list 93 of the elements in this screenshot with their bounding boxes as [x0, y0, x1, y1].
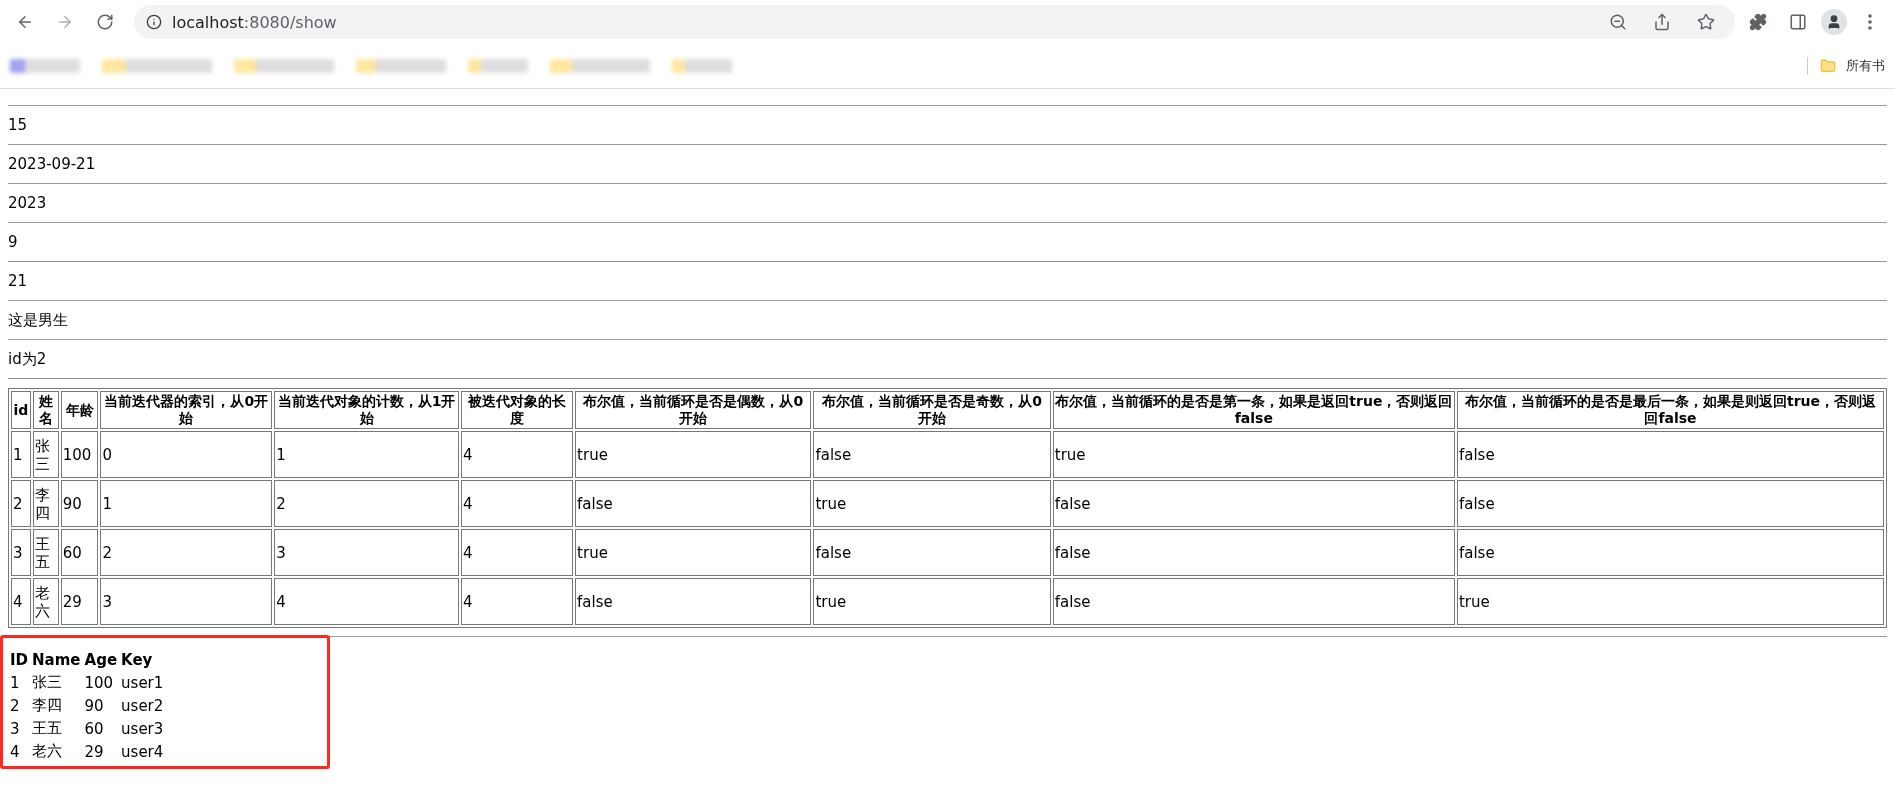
table-cell-text: user1	[120, 672, 165, 693]
column-header: 布尔值，当前循环的是否是最后一条，如果是则返回true，否则返回false	[1456, 391, 1884, 429]
table-cell: 张三	[32, 431, 59, 478]
column-header: ID	[9, 650, 30, 670]
table-cell: false	[813, 529, 1051, 576]
column-header: Name	[31, 650, 82, 670]
column-header: Age	[83, 650, 119, 670]
table-cell: 4	[274, 578, 459, 625]
zoom-out-icon	[1609, 13, 1627, 31]
value-text: 2023-09-21	[8, 155, 97, 174]
table-cell: false	[575, 578, 812, 625]
reload-icon	[96, 13, 114, 31]
table-cell-text: 李四	[31, 695, 64, 716]
value-text: 15	[8, 116, 29, 135]
table-cell-text: 60	[83, 718, 105, 739]
column-header: 被迭代对象的长度	[460, 391, 574, 429]
table-cell: 1	[274, 431, 459, 478]
table-cell-text: 2	[9, 695, 21, 716]
star-icon	[1697, 13, 1715, 31]
column-header: 布尔值，当前循环是否是奇数，从0开始	[813, 391, 1051, 429]
person-icon	[1826, 14, 1842, 30]
table-cell: 3	[11, 529, 31, 576]
table-cell: true	[813, 578, 1051, 625]
value-text: 21	[8, 272, 29, 291]
table-cell: 1	[100, 480, 273, 527]
table-cell: 4	[460, 480, 574, 527]
address-bar[interactable]: localhost:8080/show	[134, 5, 1735, 39]
table-cell: 3	[100, 578, 273, 625]
share-icon	[1653, 13, 1671, 31]
value-text: id为2	[8, 350, 48, 369]
table-cell: false	[1456, 529, 1884, 576]
arrow-right-icon	[56, 13, 74, 31]
table-cell: 4	[11, 578, 31, 625]
puzzle-icon	[1749, 13, 1767, 31]
table-cell-text: 29	[83, 741, 105, 762]
table-cell: false	[1052, 578, 1455, 625]
table-cell-text: 3	[9, 718, 21, 739]
table-cell-text: 4	[9, 741, 21, 762]
table-cell-text: 张三	[31, 672, 64, 693]
blurred-bookmark[interactable]	[10, 59, 80, 73]
table-cell: 王五	[32, 529, 59, 576]
value-text: 9	[8, 233, 19, 252]
table-cell: 1	[11, 431, 31, 478]
column-header: 当前迭代对象的计数，从1开始	[274, 391, 459, 429]
folder-icon	[1820, 58, 1836, 74]
column-header: Key	[120, 650, 154, 670]
table-cell: 4	[460, 529, 574, 576]
table-cell: 100	[60, 431, 99, 478]
side-panel-icon	[1789, 13, 1807, 31]
table-cell: 2	[274, 480, 459, 527]
table-cell-text: user4	[120, 741, 165, 762]
table-cell: true	[575, 529, 812, 576]
column-header: 布尔值，当前循环的是否是第一条，如果是返回true，否则返回false	[1052, 391, 1455, 429]
table-cell: 29	[60, 578, 99, 625]
table-cell: false	[575, 480, 812, 527]
table-cell-text: 老六	[31, 741, 64, 762]
table-cell: false	[813, 431, 1051, 478]
value-text: 这是男生	[8, 311, 69, 330]
table-cell: 3	[274, 529, 459, 576]
table-cell-text: 王五	[31, 718, 64, 739]
table-cell: 老六	[32, 578, 59, 625]
menu-icon	[1868, 14, 1872, 30]
table-cell: true	[813, 480, 1051, 527]
table-cell: true	[575, 431, 812, 478]
column-header: 姓名	[32, 391, 59, 429]
table-cell: 90	[60, 480, 99, 527]
table-cell-text: 90	[83, 695, 105, 716]
table-cell: true	[1052, 431, 1455, 478]
info-icon	[146, 14, 162, 30]
table-cell: 2	[100, 529, 273, 576]
table-cell-text: user3	[120, 718, 165, 739]
profile-avatar[interactable]	[1821, 9, 1847, 35]
table-cell-text: user2	[120, 695, 165, 716]
value-text: 2023	[8, 194, 48, 213]
table-cell: false	[1456, 480, 1884, 527]
table-cell: true	[1456, 578, 1884, 625]
column-header: 年龄	[60, 391, 99, 429]
column-header: 布尔值，当前循环是否是偶数，从0开始	[575, 391, 812, 429]
column-header: 当前迭代器的索引，从0开始	[100, 391, 273, 429]
table-cell: 0	[100, 431, 273, 478]
table-cell: false	[1456, 431, 1884, 478]
table-cell: false	[1052, 480, 1455, 527]
table-cell: 4	[460, 578, 574, 625]
table-cell: 60	[60, 529, 99, 576]
bookmarks-folder-label[interactable]: 所有书	[1846, 57, 1885, 75]
table-cell: 4	[460, 431, 574, 478]
column-header: id	[11, 391, 31, 429]
table-cell: 李四	[32, 480, 59, 527]
table-cell: 2	[11, 480, 31, 527]
table-cell: false	[1052, 529, 1455, 576]
table-cell-text: 1	[9, 672, 21, 693]
table-cell-text: 100	[83, 672, 115, 693]
url-text: localhost:8080/show	[172, 12, 337, 32]
